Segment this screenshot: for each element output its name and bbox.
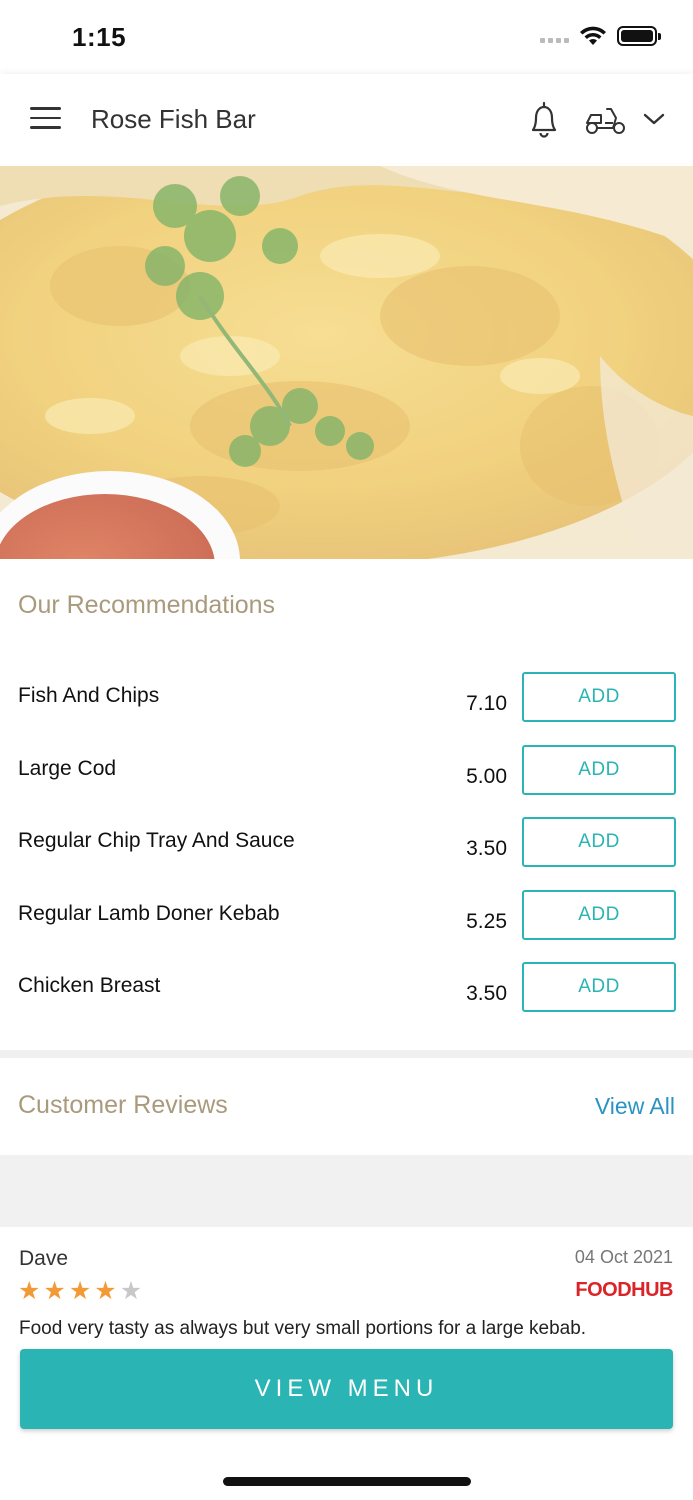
status-time: 1:15 <box>72 22 127 52</box>
list-item: Chicken Breast 3.50 ADD <box>0 962 693 1046</box>
star-icon: ★ <box>43 1277 66 1305</box>
menu-icon[interactable] <box>30 107 61 131</box>
star-icon: ★ <box>68 1277 92 1305</box>
review-text: Food very tasty as always but very small… <box>19 1318 587 1339</box>
hero-image <box>0 166 693 559</box>
item-name: Fish And Chips <box>18 684 160 707</box>
star-rating: ★ ★ ★ ★ ★ <box>18 1279 142 1304</box>
item-price: 7.10 <box>466 692 507 715</box>
item-name: Regular Lamb Doner Kebab <box>18 902 280 925</box>
status-bar: 1:15 <box>0 0 693 70</box>
recommendations-title: Our Recommendations <box>18 591 276 619</box>
item-name: Large Cod <box>18 757 117 780</box>
item-price: 3.50 <box>466 982 507 1005</box>
item-name: Chicken Breast <box>18 974 161 997</box>
item-name: Regular Chip Tray And Sauce <box>18 829 295 852</box>
review-card: Dave 04 Oct 2021 ★ ★ ★ ★ ★ FOODHUB Food … <box>0 1227 693 1347</box>
app-header: Rose Fish Bar <box>0 74 693 166</box>
restaurant-name: Rose Fish Bar <box>91 104 256 134</box>
review-date: 04 Oct 2021 <box>574 1247 673 1267</box>
item-price: 5.25 <box>466 910 507 933</box>
add-button[interactable]: ADD <box>522 962 676 1012</box>
add-button[interactable]: ADD <box>522 672 676 722</box>
view-all-link[interactable]: View All <box>595 1093 675 1120</box>
reviews-spacer <box>0 1155 693 1227</box>
item-price: 3.50 <box>466 837 507 860</box>
item-price: 5.00 <box>466 765 507 788</box>
bell-icon[interactable] <box>526 100 562 140</box>
add-button[interactable]: ADD <box>522 745 676 795</box>
reviewer-name: Dave <box>19 1247 69 1270</box>
cellular-signal-icon <box>540 29 569 43</box>
status-indicators <box>540 26 661 46</box>
star-icon: ★ <box>94 1277 117 1305</box>
view-menu-button[interactable]: VIEW MENU <box>20 1349 673 1429</box>
chevron-down-icon[interactable] <box>641 108 667 130</box>
add-button[interactable]: ADD <box>522 817 676 867</box>
add-button[interactable]: ADD <box>522 890 676 940</box>
reviews-title: Customer Reviews <box>18 1091 228 1119</box>
star-icon: ★ <box>119 1277 143 1305</box>
section-divider <box>0 1050 693 1058</box>
battery-icon <box>617 26 661 46</box>
star-icon: ★ <box>18 1277 41 1305</box>
foodhub-logo: FOODHUB <box>575 1279 673 1301</box>
home-indicator <box>223 1477 471 1486</box>
wifi-icon <box>580 26 606 45</box>
scooter-icon[interactable] <box>583 104 627 136</box>
